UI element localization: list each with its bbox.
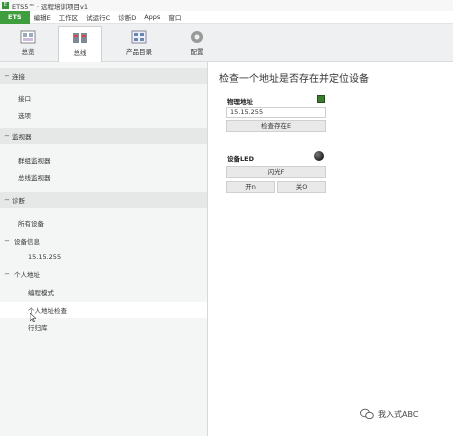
physical-address-field[interactable]: 15.15.255 xyxy=(226,107,326,118)
page-title: 检查一个地址是否存在并定位设备 xyxy=(219,74,369,85)
collapse-icon[interactable]: − xyxy=(2,237,12,245)
section-connection[interactable]: − 连接 xyxy=(0,68,207,84)
bus-icon xyxy=(72,31,88,45)
ribbon-settings-label: 配置 xyxy=(190,48,204,56)
section-monitor[interactable]: − 监视器 xyxy=(0,128,207,144)
nav-options[interactable]: 选项 xyxy=(0,107,207,123)
nav-device-15-15-255[interactable]: 15.15.255 xyxy=(0,249,207,265)
nav-individual-address[interactable]: − 个人地址 xyxy=(0,266,207,282)
section-label: 连接 xyxy=(12,73,25,81)
check-existence-button[interactable]: 检查存在E xyxy=(226,120,326,132)
section-diagnostics[interactable]: − 诊断 xyxy=(0,192,207,208)
section-label: 监视器 xyxy=(12,133,32,141)
nav-label: 群组监视器 xyxy=(18,157,51,165)
collapse-icon[interactable]: − xyxy=(2,132,12,140)
nav-label: 总线监视器 xyxy=(18,174,51,182)
physical-address-label: 物理地址 xyxy=(227,98,253,106)
nav-label: 设备信息 xyxy=(14,238,40,246)
device-led-label: 设备LED xyxy=(227,155,254,163)
ribbon: 总览 总线 产品目录 配置 xyxy=(0,24,453,63)
ets-app-icon: E xyxy=(2,2,9,9)
off-button[interactable]: 关O xyxy=(277,181,326,193)
nav-label: 接口 xyxy=(18,95,31,103)
collapse-icon[interactable]: − xyxy=(2,72,12,80)
left-nav-panel: − 连接 接口 选项 − 监视器 群组监视器 总线监视器 − 诊断 所有设备 −… xyxy=(0,62,208,436)
menu-workspace[interactable]: 工作区 xyxy=(55,12,83,22)
ribbon-catalog-button[interactable]: 产品目录 xyxy=(117,26,161,60)
menu-bar: ETS 编辑E 工作区 试运行C 诊断D Apps 窗口 xyxy=(0,10,453,24)
nav-label: 15.15.255 xyxy=(28,253,62,261)
mouse-cursor-icon xyxy=(30,313,36,322)
menu-diagnostics[interactable]: 诊断D xyxy=(114,12,140,22)
nav-bus-monitor[interactable]: 总线监视器 xyxy=(0,169,207,185)
ribbon-bus-label: 总线 xyxy=(73,49,87,57)
on-button[interactable]: 开n xyxy=(226,181,275,193)
nav-label: 行归库 xyxy=(28,324,48,332)
collapse-icon[interactable]: − xyxy=(2,196,12,204)
main-content: 检查一个地址是否存在并定位设备 物理地址 15.15.255 检查存在E 设备L… xyxy=(209,62,453,436)
window-title: ETS5™ · 远程培训项目v1 xyxy=(12,2,89,11)
overview-icon xyxy=(20,30,36,44)
wechat-icon xyxy=(360,408,374,420)
watermark: 我入式ABC xyxy=(360,408,418,420)
nav-group-monitor[interactable]: 群组监视器 xyxy=(0,152,207,168)
nav-label: 个人地址 xyxy=(14,271,40,279)
nav-label: 选项 xyxy=(18,112,31,120)
nav-all-devices[interactable]: 所有设备 xyxy=(0,215,207,231)
menu-commissioning[interactable]: 试运行C xyxy=(82,12,114,22)
gear-icon xyxy=(189,30,205,44)
ribbon-overview-label: 总览 xyxy=(21,48,35,56)
led-indicator-icon xyxy=(314,151,324,161)
ribbon-settings-button[interactable]: 配置 xyxy=(175,26,219,60)
ets-menu-tab[interactable]: ETS xyxy=(0,10,30,24)
catalog-icon xyxy=(131,30,147,44)
device-status-icon xyxy=(317,95,325,103)
menu-window[interactable]: 窗口 xyxy=(164,12,185,22)
collapse-icon[interactable]: − xyxy=(2,270,12,278)
nav-device-info[interactable]: − 设备信息 xyxy=(0,233,207,249)
title-bar: E ETS5™ · 远程培训项目v1 xyxy=(0,0,453,11)
section-label: 诊断 xyxy=(12,197,25,205)
ribbon-overview-button[interactable]: 总览 xyxy=(6,26,50,60)
ribbon-bus-button[interactable]: 总线 xyxy=(58,26,102,63)
watermark-text: 我入式ABC xyxy=(378,409,419,419)
ribbon-catalog-label: 产品目录 xyxy=(126,48,152,56)
nav-programming-mode[interactable]: 编程模式 xyxy=(0,284,207,300)
nav-label: 编程模式 xyxy=(28,289,54,297)
blink-button[interactable]: 闪光F xyxy=(226,166,326,178)
menu-edit[interactable]: 编辑E xyxy=(30,12,55,22)
menu-apps[interactable]: Apps xyxy=(140,13,164,21)
nav-label: 所有设备 xyxy=(18,220,44,228)
nav-interface[interactable]: 接口 xyxy=(0,90,207,106)
